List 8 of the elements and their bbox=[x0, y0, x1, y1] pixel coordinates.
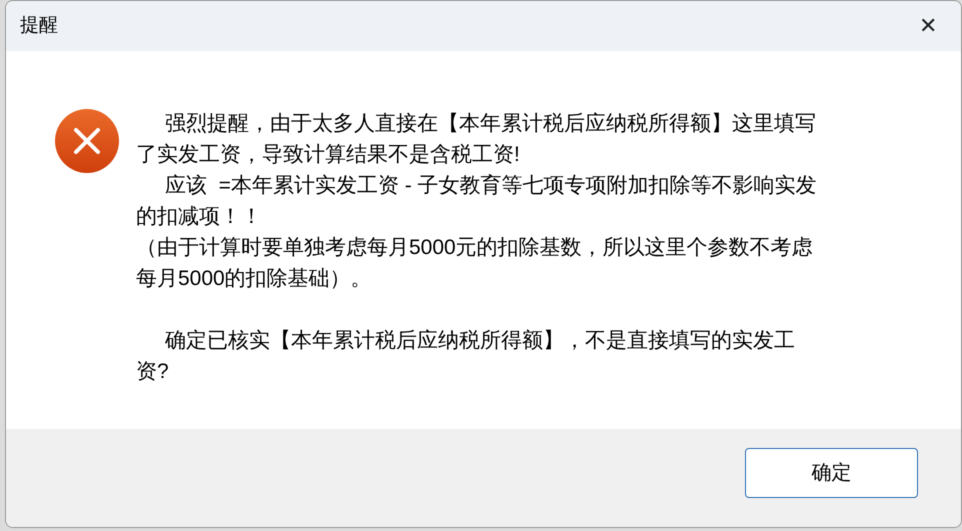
window-title: 提醒 bbox=[20, 14, 58, 38]
ok-button[interactable]: 确定 bbox=[745, 448, 918, 498]
close-button[interactable]: ✕ bbox=[913, 11, 943, 41]
message-text: 强烈提醒，由于太多人直接在【本年累计税后应纳税所得额】这里填写 了实发工资，导致计算结果不是含税工资! bbox=[136, 111, 817, 168]
error-icon bbox=[54, 108, 120, 174]
message-text: （由于计算时要单独考虑每月5000元的扣除基数，所以这里个参数不考虑 每月5000的扣除基础）。 bbox=[136, 235, 814, 292]
message-text: 应该 =本年累计实发工资 - 子女教育等七项专项附加扣除等不影响实发 的扣减项！！ bbox=[136, 173, 817, 230]
message-text: 确定已核实【本年累计税后应纳税所得额】，不是直接填写的实发工 资? bbox=[136, 328, 796, 385]
